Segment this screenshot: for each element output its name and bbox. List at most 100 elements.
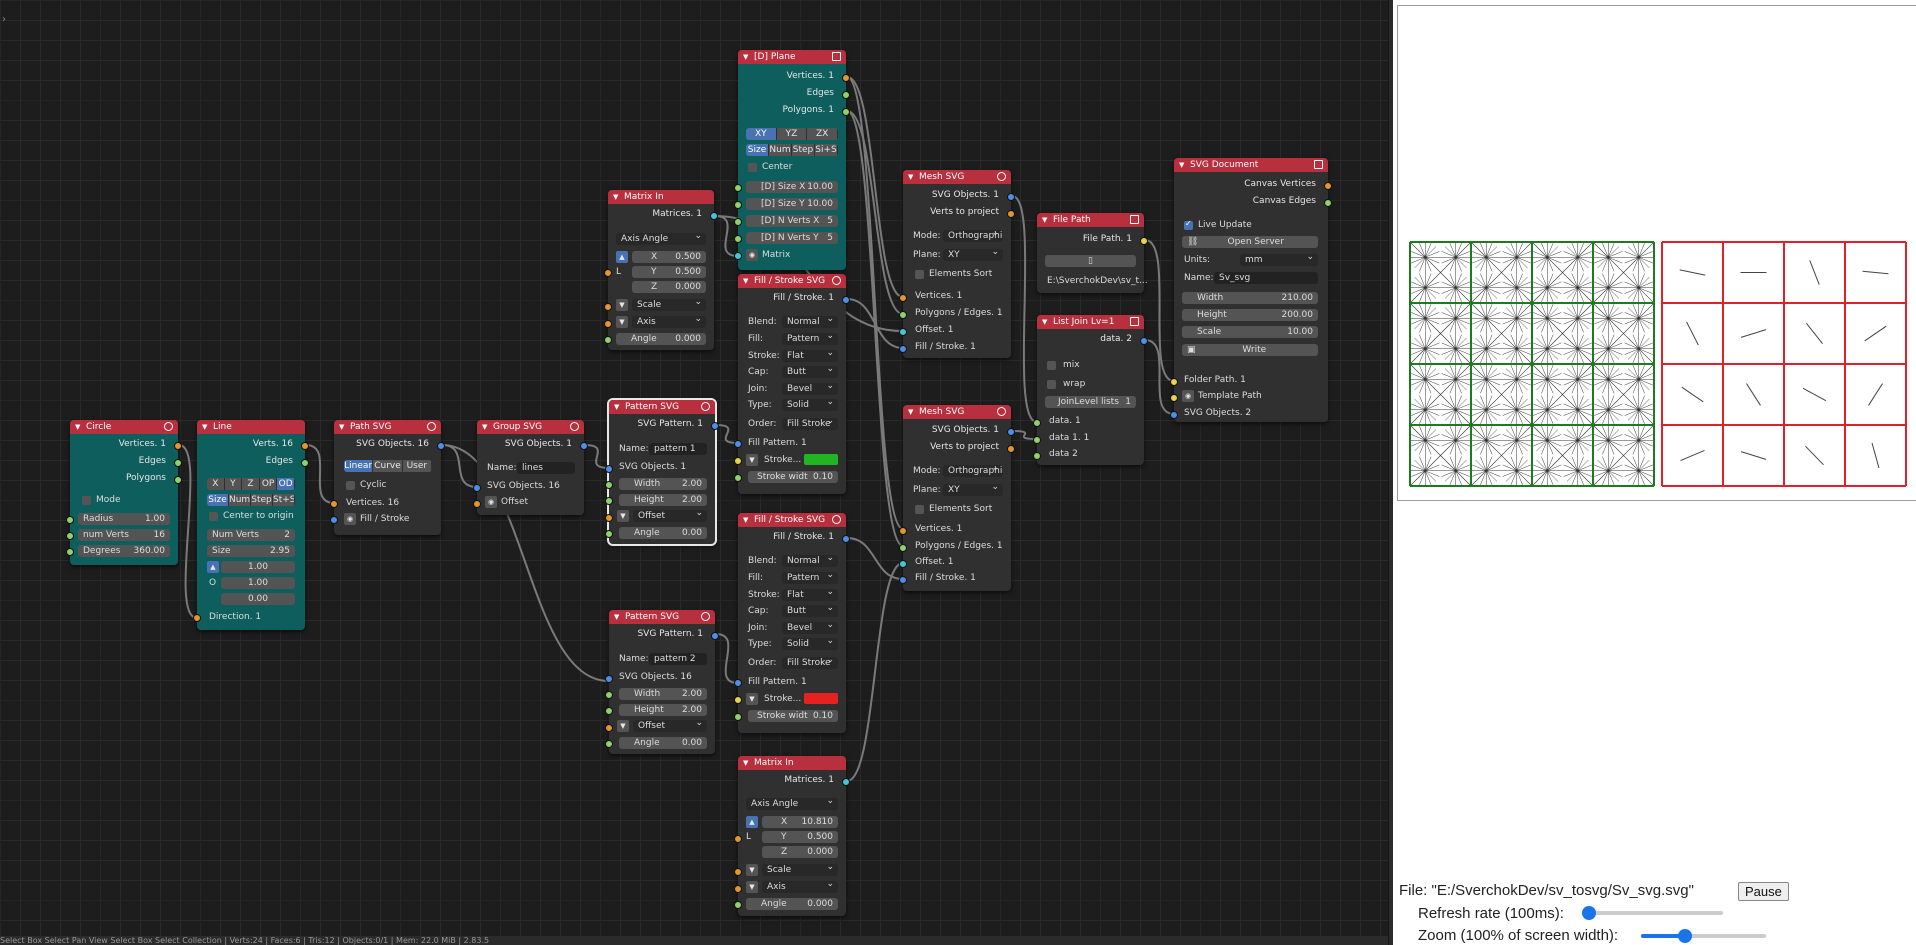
type-curve[interactable]: Curve	[373, 460, 403, 472]
join-level-field[interactable]: JoinLevel lists 1	[1045, 396, 1136, 408]
node-header[interactable]: ▼ List Join Lv=1	[1037, 315, 1144, 329]
output-socket[interactable]	[174, 442, 182, 450]
mode-step[interactable]: Step	[251, 494, 273, 506]
stroke-width-field[interactable]: Stroke widt 0.10	[748, 710, 838, 722]
output-socket[interactable]	[710, 212, 718, 220]
plane-dropdown[interactable]: XY	[943, 249, 1003, 261]
degrees-field[interactable]: Degrees 360.00	[78, 545, 170, 557]
node-group-svg[interactable]: ▼ Group SVG SVG Objects. 1 Name: lines SV…	[473, 420, 588, 515]
output-socket[interactable]	[1007, 210, 1015, 218]
fill-dropdown[interactable]: Pattern	[782, 572, 838, 584]
height-field[interactable]: Height 200.00	[1182, 309, 1318, 321]
name-input[interactable]: pattern 2	[649, 653, 707, 665]
output-socket[interactable]	[1324, 199, 1332, 207]
input-socket[interactable]	[605, 707, 613, 715]
scale-dropdown[interactable]: Scale	[762, 864, 838, 876]
node-header[interactable]: ▼ Group SVG	[477, 420, 584, 434]
visibility-icon[interactable]	[997, 172, 1006, 181]
mode-sts[interactable]: St+S	[273, 494, 295, 506]
visibility-icon[interactable]	[427, 422, 436, 431]
plane-xy[interactable]: XY	[746, 128, 777, 140]
cap-dropdown[interactable]: Butt	[782, 366, 838, 378]
radius-field[interactable]: Radius 1.00	[78, 513, 170, 525]
visibility-icon[interactable]	[164, 422, 173, 431]
mode-size[interactable]: Size	[207, 494, 229, 506]
fill-dropdown[interactable]: Pattern	[782, 333, 838, 345]
input-socket[interactable]	[734, 696, 742, 704]
input-socket[interactable]	[193, 614, 201, 622]
collapse-icon[interactable]: ▼	[75, 420, 80, 434]
z-field[interactable]: Z 0.000	[762, 846, 838, 858]
input-socket[interactable]	[605, 465, 613, 473]
width-field[interactable]: Width 2.00	[619, 688, 707, 700]
name-input[interactable]: pattern 1	[649, 443, 707, 455]
input-socket[interactable]	[66, 516, 74, 524]
n-verts-y-field[interactable]: [D] N Verts Y 5	[746, 232, 838, 244]
node-header[interactable]: ▼ Mesh SVG	[903, 170, 1011, 184]
y-field[interactable]: Y 0.500	[632, 266, 706, 278]
output-socket[interactable]	[174, 476, 182, 484]
size-mode-selector[interactable]: Size Num Step St+S	[207, 494, 295, 506]
zoom-slider[interactable]	[1641, 929, 1766, 943]
angle-field[interactable]: Angle 0.000	[616, 333, 706, 345]
expand-icon[interactable]: ▼	[746, 693, 758, 705]
height-field[interactable]: Height 2.00	[619, 704, 707, 716]
mode-z[interactable]: Z	[242, 478, 260, 490]
width-field[interactable]: Width 2.00	[619, 478, 707, 490]
input-socket[interactable]	[899, 345, 907, 353]
input-socket[interactable]	[1170, 394, 1178, 402]
center-checkbox[interactable]	[209, 512, 218, 521]
node-header[interactable]: ▼ Line	[197, 420, 305, 434]
wrench-icon[interactable]	[1130, 317, 1139, 326]
expand-icon[interactable]: ▼	[616, 299, 628, 311]
cap-dropdown[interactable]: Butt	[782, 605, 838, 617]
input-socket[interactable]	[734, 679, 742, 687]
type-linear[interactable]: Linear	[344, 460, 374, 472]
collapse-icon[interactable]: ▼	[614, 400, 619, 414]
width-field[interactable]: Width 210.00	[1182, 292, 1318, 304]
collapse-icon[interactable]: ▼	[339, 420, 344, 434]
axis-dropdown[interactable]: Axis	[762, 881, 838, 893]
input-socket[interactable]	[605, 691, 613, 699]
node-header[interactable]: ▼ Pattern SVG	[609, 400, 715, 414]
angle-field[interactable]: Angle 0.00	[619, 737, 707, 749]
units-dropdown[interactable]: mm	[1240, 254, 1318, 266]
output-socket[interactable]	[842, 74, 850, 82]
output-socket[interactable]	[1324, 182, 1332, 190]
input-socket[interactable]	[1033, 452, 1041, 460]
output-socket[interactable]	[1007, 445, 1015, 453]
size-field[interactable]: Size 2.95	[207, 545, 295, 557]
node-editor[interactable]: › ▼ Circle Vertices. 1 Edges Polygons Mod…	[0, 0, 1388, 945]
node-header[interactable]: ▼ Fill / Stroke SVG	[738, 513, 846, 527]
input-socket[interactable]	[66, 548, 74, 556]
input-socket[interactable]	[734, 457, 742, 465]
collapse-icon[interactable]: ▼	[614, 610, 619, 624]
output-socket[interactable]	[842, 296, 850, 304]
collapse-icon[interactable]: ▼	[1042, 213, 1047, 227]
collapse-icon[interactable]: ▼	[908, 170, 913, 184]
vector-expand-icon[interactable]: ▲	[746, 816, 758, 828]
axis-dropdown[interactable]: Axis	[632, 316, 706, 328]
n-verts-x-field[interactable]: [D] N Verts X 5	[746, 215, 838, 227]
scale-dropdown[interactable]: Scale	[632, 299, 706, 311]
output-socket[interactable]	[842, 778, 850, 786]
output-socket[interactable]	[842, 535, 850, 543]
plane-yz[interactable]: YZ	[776, 128, 808, 140]
node-list-join[interactable]: ▼ List Join Lv=1 data. 2 mix wrap JoinLev…	[1033, 315, 1148, 465]
input-socket[interactable]	[330, 500, 338, 508]
mode-od[interactable]: OD	[277, 478, 295, 490]
input-socket[interactable]	[1033, 419, 1041, 427]
num-verts-field[interactable]: num Verts 16	[78, 529, 170, 541]
collapse-icon[interactable]: ▼	[482, 420, 487, 434]
stroke-dropdown[interactable]: Flat	[782, 589, 838, 601]
node-header[interactable]: ▼ Fill / Stroke SVG	[738, 274, 846, 288]
input-socket[interactable]	[605, 740, 613, 748]
angle-field[interactable]: Angle 0.000	[746, 898, 838, 910]
collapse-icon[interactable]: ▼	[743, 50, 748, 64]
input-socket[interactable]	[1033, 436, 1041, 444]
input-socket[interactable]	[605, 497, 613, 505]
output-socket[interactable]	[711, 632, 719, 640]
vector-expand-icon[interactable]: ▲	[207, 561, 219, 573]
expand-icon[interactable]: ▼	[616, 316, 628, 328]
input-socket[interactable]	[1170, 378, 1178, 386]
